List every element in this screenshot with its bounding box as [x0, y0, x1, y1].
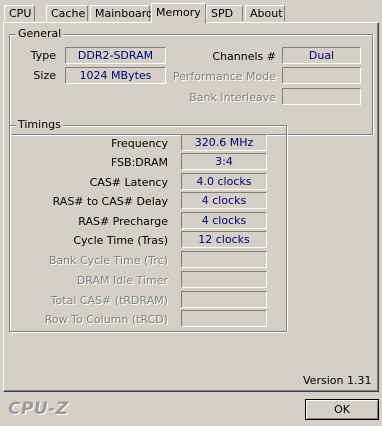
type-label: Type — [30, 49, 56, 62]
bank-interleave-label: Bank Interleave — [189, 91, 276, 104]
channels-value: Dual — [282, 47, 361, 64]
tab-cache[interactable]: Cache — [46, 5, 88, 21]
bank-interleave-value — [282, 88, 361, 105]
bank-cycle-time-label: Bank Cycle Time (Trc) — [48, 254, 168, 267]
tab-mainboard[interactable]: Mainboard — [90, 5, 153, 21]
ras-to-cas-value: 4 clocks — [181, 192, 267, 209]
dram-idle-timer-value — [181, 271, 267, 288]
fsb-dram-value: 3:4 — [181, 153, 267, 170]
ras-to-cas-label: RAS# to CAS# Delay — [52, 195, 168, 208]
timings-group-title: Timings — [16, 118, 63, 131]
total-cas-value — [181, 291, 267, 308]
general-group-title: General — [16, 27, 64, 40]
ras-precharge-value: 4 clocks — [181, 212, 267, 229]
row-to-column-value — [181, 310, 267, 327]
tab-about[interactable]: About — [245, 5, 285, 21]
bank-cycle-time-value — [181, 251, 267, 268]
cycle-time-label: Cycle Time (Tras) — [73, 234, 168, 247]
tab-cpu[interactable]: CPU — [4, 5, 35, 21]
timings-group: Timings Frequency 320.6 MHz FSB:DRAM 3:4… — [9, 118, 287, 332]
version-text: Version 1.31 — [303, 374, 372, 387]
ras-precharge-label: RAS# Precharge — [78, 215, 168, 228]
size-value: 1024 MBytes — [65, 67, 166, 84]
cas-latency-value: 4.0 clocks — [181, 173, 267, 190]
perf-mode-label: Performance Mode — [172, 70, 276, 83]
frequency-label: Frequency — [111, 137, 168, 150]
cpu-z-logo: CPU-Z — [8, 399, 69, 419]
perf-mode-value — [282, 67, 361, 84]
tab-spd[interactable]: SPD — [206, 5, 243, 21]
total-cas-label: Total CAS# (tRDRAM) — [50, 294, 168, 307]
ok-button[interactable]: OK — [305, 399, 379, 420]
cas-latency-label: CAS# Latency — [89, 176, 168, 189]
frequency-value: 320.6 MHz — [181, 134, 267, 151]
size-label: Size — [33, 69, 56, 82]
channels-label: Channels # — [212, 50, 276, 63]
fsb-dram-label: FSB:DRAM — [110, 156, 168, 169]
tab-memory[interactable]: Memory — [151, 3, 206, 23]
cycle-time-value: 12 clocks — [181, 231, 267, 248]
general-group: General Type DDR2-SDRAM Size 1024 MBytes… — [9, 27, 373, 135]
type-value: DDR2-SDRAM — [65, 47, 166, 64]
memory-panel: General Type DDR2-SDRAM Size 1024 MBytes… — [3, 22, 379, 392]
dram-idle-timer-label: DRAM Idle Timer — [76, 274, 168, 287]
row-to-column-label: Row To Column (tRCD) — [44, 313, 168, 326]
